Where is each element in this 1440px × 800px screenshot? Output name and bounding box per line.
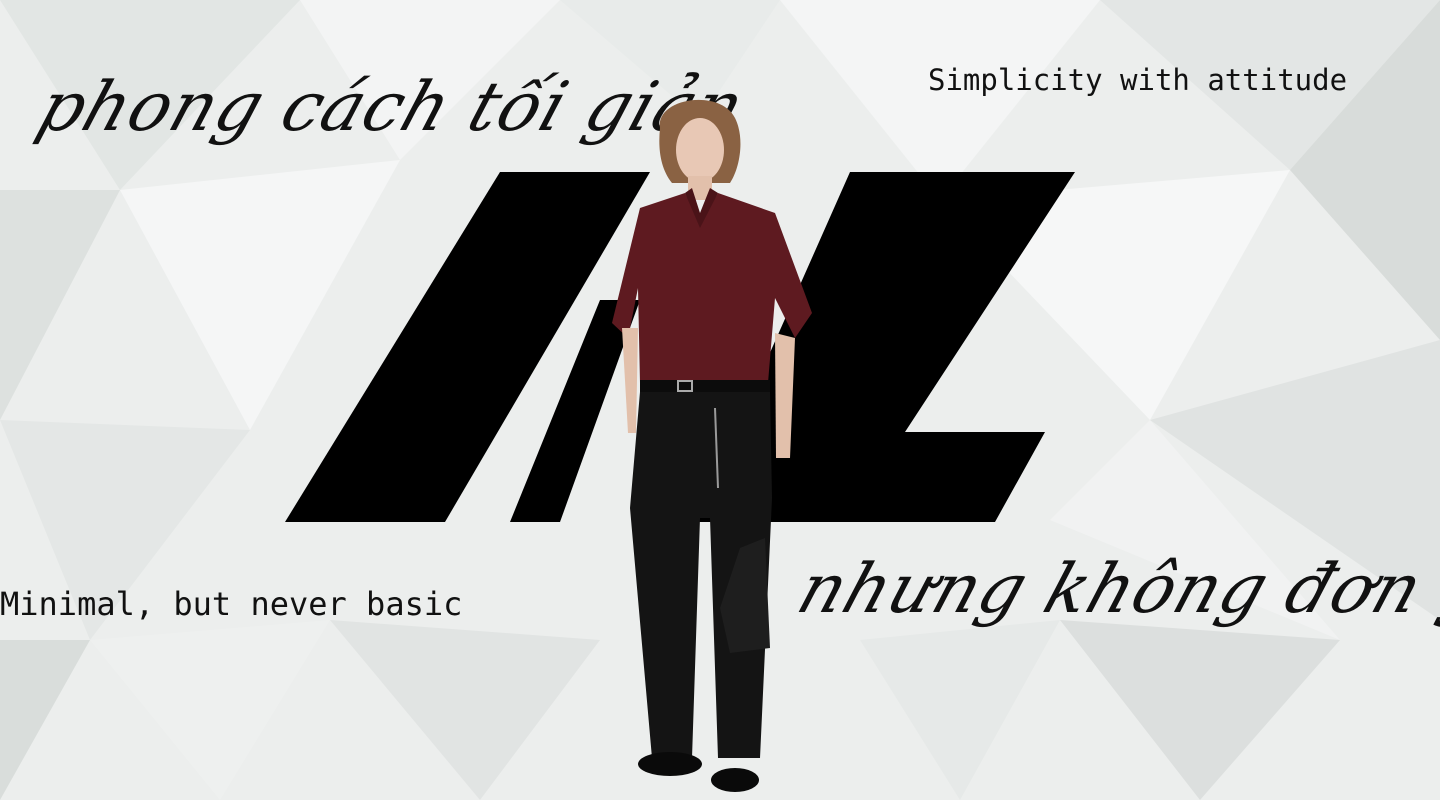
tagline-vietnamese-bottom: nhưng không đơn giản: [788, 550, 1440, 629]
tagline-english-bottom: Minimal, but never basic: [0, 585, 463, 623]
model-photo: [612, 99, 812, 792]
tagline-english-top: Simplicity with attitude: [928, 63, 1348, 97]
